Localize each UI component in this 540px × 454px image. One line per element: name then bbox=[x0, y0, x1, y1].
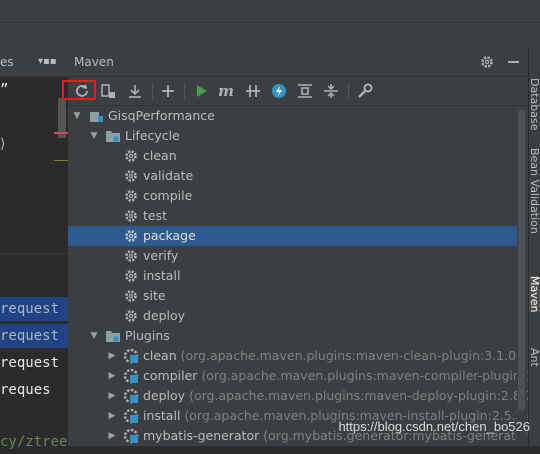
tab-menu-icon[interactable]: ▾▪▪ bbox=[38, 48, 57, 76]
run-icon[interactable] bbox=[190, 80, 212, 102]
goal-label: deploy bbox=[143, 308, 186, 323]
plugin-detail: (org.apache.maven.plugins:maven-compiler… bbox=[201, 368, 540, 383]
plugin-icon bbox=[123, 348, 139, 364]
tree-row-plugin[interactable]: ▶ clean (org.apache.maven.plugins:maven-c… bbox=[68, 346, 526, 366]
maven-module-icon bbox=[88, 108, 104, 124]
gear-icon bbox=[123, 228, 139, 244]
error-marker bbox=[54, 132, 68, 134]
tree-row-goal[interactable]: validate bbox=[68, 166, 526, 186]
tree-row-plugin[interactable]: ▶ deploy (org.apache.maven.plugins:maven-… bbox=[68, 386, 538, 406]
tree-row-goal[interactable]: test bbox=[68, 206, 526, 226]
vertical-scrollbar[interactable] bbox=[517, 106, 527, 446]
plugins-label: Plugins bbox=[125, 328, 170, 343]
settings-gear-icon[interactable] bbox=[480, 54, 494, 73]
plugin-icon bbox=[123, 388, 139, 404]
plugin-icon bbox=[123, 368, 139, 384]
tree-row-goal-selected[interactable]: package bbox=[68, 226, 526, 246]
code-line: request bbox=[0, 324, 68, 348]
gear-icon bbox=[123, 288, 139, 304]
tree-row-goal[interactable]: clean bbox=[68, 146, 526, 166]
tree-row-goal[interactable]: site bbox=[68, 286, 526, 306]
warning-marker bbox=[54, 160, 68, 161]
tool-tab-bean-validation[interactable]: Bean Validation bbox=[528, 148, 540, 234]
wrench-icon[interactable] bbox=[354, 80, 376, 102]
skip-tests-icon[interactable] bbox=[268, 80, 290, 102]
goal-label: package bbox=[143, 228, 196, 243]
plugin-detail: (org.apache.maven.plugins:maven-clean-pl… bbox=[180, 348, 521, 363]
goal-label: verify bbox=[143, 248, 179, 263]
maven-toolbar: m bbox=[68, 77, 528, 106]
gear-icon bbox=[123, 308, 139, 324]
tree-row-lifecycle[interactable]: ▼ Lifecycle bbox=[68, 126, 526, 146]
bracket-glyph: ⟩ bbox=[0, 136, 6, 152]
goal-label: validate bbox=[143, 168, 194, 183]
show-dependencies-icon[interactable] bbox=[294, 80, 316, 102]
minimize-icon[interactable] bbox=[508, 61, 519, 63]
tree-row-goal[interactable]: verify bbox=[68, 246, 526, 266]
scrollbar-thumb[interactable] bbox=[518, 110, 525, 410]
collapse-arrow-icon[interactable]: ▶ bbox=[106, 386, 118, 406]
gear-icon bbox=[123, 188, 139, 204]
collapse-arrow-icon[interactable]: ▶ bbox=[106, 426, 118, 446]
goal-label: test bbox=[143, 208, 168, 223]
editor-tab[interactable]: es bbox=[0, 48, 14, 76]
plugin-name: clean bbox=[143, 348, 177, 363]
code-line: reques bbox=[0, 382, 51, 398]
panel-title: Maven bbox=[74, 55, 114, 69]
code-line: request bbox=[0, 297, 68, 321]
collapse-arrow-icon[interactable]: ▶ bbox=[106, 366, 118, 386]
plugin-name: install bbox=[143, 408, 181, 423]
collapse-arrow-icon[interactable]: ▶ bbox=[106, 346, 118, 366]
plugin-icon bbox=[123, 408, 139, 424]
goal-label: site bbox=[143, 288, 166, 303]
tree-row-goal[interactable]: deploy bbox=[68, 306, 526, 326]
tree-row-project[interactable]: ▼ GisqPerformance bbox=[68, 106, 526, 126]
project-label: GisqPerformance bbox=[108, 108, 215, 123]
expand-arrow-icon[interactable]: ▼ bbox=[71, 106, 83, 126]
right-tool-strip: Database Bean Validation Maven Ant bbox=[528, 48, 540, 446]
expand-arrow-icon[interactable]: ▼ bbox=[88, 126, 100, 146]
watermark: https://blog.csdn.net/chen_bo526 bbox=[338, 419, 530, 434]
collapse-arrow-icon[interactable]: ▶ bbox=[106, 406, 118, 426]
gear-icon bbox=[123, 148, 139, 164]
plugin-name: compiler bbox=[143, 368, 198, 383]
divider bbox=[0, 253, 68, 254]
tool-tab-ant[interactable]: Ant bbox=[528, 348, 540, 367]
code-line: request bbox=[0, 355, 60, 371]
toggle-offline-icon[interactable] bbox=[242, 80, 264, 102]
tool-tab-maven[interactable]: Maven bbox=[528, 276, 540, 313]
plugin-name: mybatis-generator bbox=[143, 428, 260, 443]
gear-icon bbox=[123, 248, 139, 264]
tool-tab-database[interactable]: Database bbox=[528, 78, 540, 131]
maven-tree: ▼ GisqPerformance ▼ Lifecycle clean vali… bbox=[68, 106, 540, 446]
tree-row-goal[interactable]: install bbox=[68, 266, 526, 286]
gear-icon bbox=[123, 168, 139, 184]
plugin-detail: (org.apache.maven.plugins:maven-deploy-p… bbox=[189, 388, 538, 403]
download-icon[interactable] bbox=[124, 80, 146, 102]
gear-icon bbox=[123, 268, 139, 284]
lifecycle-label: Lifecycle bbox=[125, 128, 180, 143]
tree-row-plugins[interactable]: ▼ Plugins bbox=[68, 326, 526, 346]
top-strip bbox=[0, 0, 540, 48]
generate-sources-icon[interactable] bbox=[97, 80, 119, 102]
maven-title-bar: Maven bbox=[68, 48, 528, 77]
tree-row-plugin[interactable]: ▶ compiler (org.apache.maven.plugins:mave… bbox=[68, 366, 540, 386]
highlight-box bbox=[62, 80, 96, 100]
collapse-all-icon[interactable] bbox=[320, 80, 342, 102]
folder-icon bbox=[105, 128, 121, 144]
goal-label: compile bbox=[143, 188, 193, 203]
editor-tab-bar: es ▾▪▪ bbox=[0, 48, 68, 77]
folder-icon bbox=[105, 328, 121, 344]
goal-label: install bbox=[143, 268, 181, 283]
code-line: cy/ztree bbox=[0, 434, 68, 450]
expand-arrow-icon[interactable]: ▼ bbox=[88, 326, 100, 346]
tree-row-goal[interactable]: compile bbox=[68, 186, 526, 206]
gear-icon bbox=[123, 208, 139, 224]
add-icon[interactable] bbox=[157, 80, 179, 102]
plugin-icon bbox=[123, 428, 139, 444]
plugin-name: deploy bbox=[143, 388, 186, 403]
goal-label: clean bbox=[143, 148, 177, 163]
execute-goal-icon[interactable]: m bbox=[215, 80, 237, 102]
